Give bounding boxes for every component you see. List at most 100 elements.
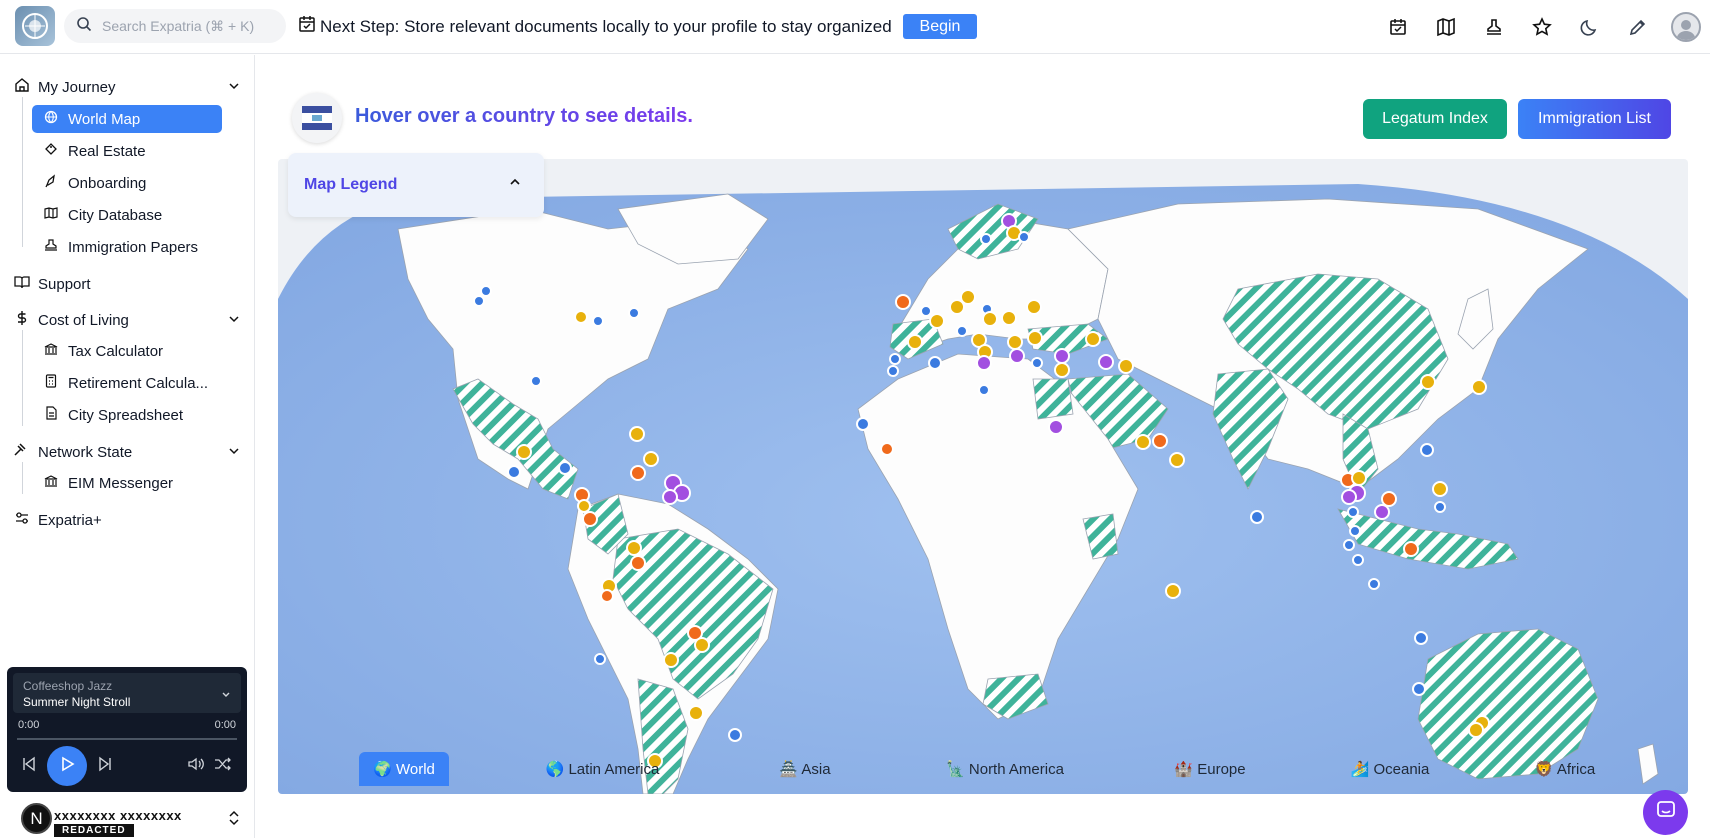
marker[interactable] — [663, 652, 679, 668]
calendar-icon[interactable] — [1374, 17, 1422, 37]
marker[interactable] — [982, 311, 998, 327]
country-egypt[interactable] — [1032, 378, 1074, 420]
marker[interactable] — [473, 295, 485, 307]
marker[interactable] — [558, 461, 572, 475]
sidebar-section-expatria-plus[interactable]: Expatria+ — [14, 510, 240, 530]
map-icon[interactable] — [1422, 17, 1470, 37]
marker[interactable] — [1169, 452, 1185, 468]
legatum-index-button[interactable]: Legatum Index — [1363, 99, 1507, 139]
world-map-svg[interactable] — [278, 159, 1688, 794]
marker[interactable] — [880, 442, 894, 456]
marker[interactable] — [662, 489, 678, 505]
marker[interactable] — [628, 307, 640, 319]
marker[interactable] — [978, 384, 990, 396]
play-button[interactable] — [47, 746, 87, 786]
player-header[interactable]: Coffeeshop Jazz Summer Night Stroll — [13, 673, 241, 713]
stamp-icon[interactable] — [1470, 17, 1518, 37]
marker[interactable] — [960, 289, 976, 305]
marker[interactable] — [1152, 433, 1168, 449]
marker[interactable] — [1414, 631, 1428, 645]
sidebar-item-tax-calculator[interactable]: Tax Calculator — [32, 337, 222, 365]
marker[interactable] — [956, 325, 968, 337]
tab-world[interactable]: 🌍 World — [359, 752, 449, 786]
marker[interactable] — [480, 285, 492, 297]
user-avatar[interactable] — [1671, 12, 1701, 42]
marker[interactable] — [1026, 299, 1042, 315]
marker[interactable] — [1420, 374, 1436, 390]
sidebar-item-immigration-papers[interactable]: Immigration Papers — [32, 233, 222, 261]
marker[interactable] — [980, 233, 992, 245]
skip-back-icon[interactable] — [21, 756, 37, 777]
user-profile[interactable]: N xxxxxxxx xxxxxxxx REDACTED — [14, 800, 240, 837]
marker[interactable] — [1434, 501, 1446, 513]
marker[interactable] — [1031, 357, 1043, 369]
marker[interactable] — [577, 499, 591, 513]
marker[interactable] — [594, 653, 606, 665]
marker[interactable] — [1468, 722, 1484, 738]
marker[interactable] — [1009, 348, 1025, 364]
marker[interactable] — [976, 355, 992, 371]
marker[interactable] — [1085, 331, 1101, 347]
chevron-updown-icon[interactable] — [228, 810, 240, 831]
marker[interactable] — [1165, 583, 1181, 599]
marker[interactable] — [592, 315, 604, 327]
marker[interactable] — [889, 353, 901, 365]
sidebar-item-eim-messenger[interactable]: EIM Messenger — [32, 469, 222, 497]
sidebar-item-world-map[interactable]: World Map — [32, 105, 222, 133]
marker[interactable] — [728, 728, 742, 742]
sidebar-item-city-spreadsheet[interactable]: City Spreadsheet — [32, 401, 222, 429]
marker[interactable] — [1368, 578, 1380, 590]
marker[interactable] — [929, 313, 945, 329]
marker[interactable] — [1054, 362, 1070, 378]
marker[interactable] — [1374, 504, 1390, 520]
app-logo[interactable] — [15, 6, 55, 46]
marker[interactable] — [582, 511, 598, 527]
marker[interactable] — [688, 705, 704, 721]
sidebar-item-onboarding[interactable]: Onboarding — [32, 169, 222, 197]
sidebar-section-my-journey[interactable]: My Journey — [14, 77, 240, 97]
marker[interactable] — [516, 444, 532, 460]
marker[interactable] — [1054, 348, 1070, 364]
marker[interactable] — [920, 305, 932, 317]
map-legend[interactable]: Map Legend — [288, 153, 544, 217]
tab-asia[interactable]: 🏯 Asia — [765, 752, 845, 786]
search-input[interactable]: Search Expatria (⌘ + K) — [64, 9, 286, 43]
marker[interactable] — [630, 465, 646, 481]
marker[interactable] — [928, 356, 942, 370]
world-map[interactable] — [278, 159, 1688, 794]
marker[interactable] — [1018, 231, 1030, 243]
sidebar-item-city-database[interactable]: City Database — [32, 201, 222, 229]
skip-forward-icon[interactable] — [97, 756, 113, 777]
sidebar-item-retirement-calculator[interactable]: Retirement Calcula... — [32, 369, 222, 397]
marker[interactable] — [643, 451, 659, 467]
volume-icon[interactable] — [187, 756, 205, 777]
marker[interactable] — [1381, 491, 1397, 507]
marker[interactable] — [1412, 682, 1426, 696]
chevron-down-icon[interactable] — [221, 687, 231, 705]
marker[interactable] — [1135, 434, 1151, 450]
marker[interactable] — [530, 375, 542, 387]
progress-track[interactable] — [17, 738, 237, 740]
tab-latin-america[interactable]: 🌎 Latin America — [530, 752, 675, 786]
marker[interactable] — [1349, 525, 1361, 537]
sidebar-item-real-estate[interactable]: Real Estate — [32, 137, 222, 165]
marker[interactable] — [1351, 470, 1367, 486]
marker[interactable] — [1001, 310, 1017, 326]
marker[interactable] — [1007, 334, 1023, 350]
marker[interactable] — [1347, 506, 1359, 518]
sidebar-section-support[interactable]: Support — [14, 274, 240, 294]
tab-oceania[interactable]: 🏄 Oceania — [1335, 752, 1445, 786]
marker[interactable] — [887, 365, 899, 377]
sidebar-section-network-state[interactable]: Network State — [14, 442, 240, 462]
marker[interactable] — [574, 310, 588, 324]
marker[interactable] — [1027, 330, 1043, 346]
marker[interactable] — [694, 637, 710, 653]
marker[interactable] — [1432, 481, 1448, 497]
marker[interactable] — [1343, 539, 1355, 551]
tab-europe[interactable]: 🏰 Europe — [1155, 752, 1265, 786]
marker[interactable] — [507, 465, 521, 479]
moon-icon[interactable] — [1566, 17, 1614, 37]
marker[interactable] — [1341, 489, 1357, 505]
marker[interactable] — [600, 589, 614, 603]
immigration-list-button[interactable]: Immigration List — [1518, 99, 1671, 139]
